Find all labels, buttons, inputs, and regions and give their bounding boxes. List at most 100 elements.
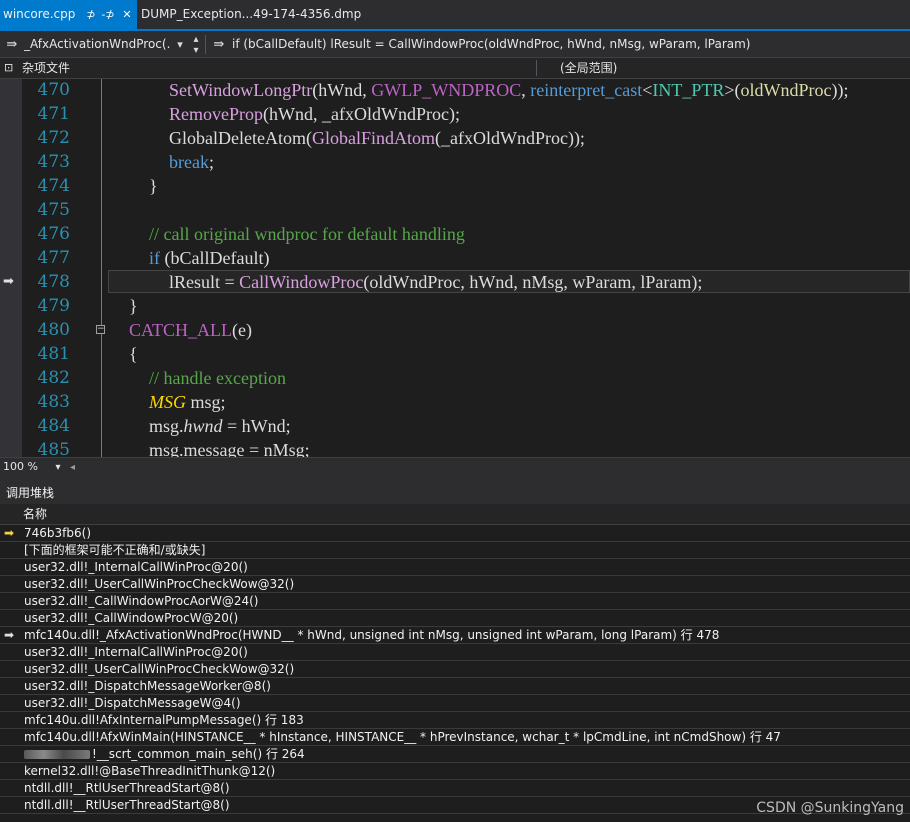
code-line[interactable]: 470 SetWindowLongPtr(hWnd, GWLP_WNDPROC, …: [0, 79, 910, 102]
function-dropdown-arrow-icon[interactable]: ▾: [174, 31, 186, 58]
code-line[interactable]: 477 if (bCallDefault): [0, 246, 910, 270]
project-dropdown[interactable]: 杂项文件: [22, 58, 70, 78]
call-stack-header: 名称: [0, 504, 910, 525]
navigation-bar: ⇛ _AfxActivationWndProc(. ▾ ▴ ▾ ⇛ if (bC…: [0, 31, 910, 58]
code-line[interactable]: 479}: [0, 294, 910, 318]
line-number: 479: [37, 296, 70, 316]
line-number: 471: [37, 104, 70, 124]
zoom-dropdown-arrow-icon[interactable]: ▾: [55, 462, 60, 473]
frame-text: user32.dll!_UserCallWinProcCheckWow@32(): [24, 577, 295, 591]
call-stack-list[interactable]: ➡ 746b3fb6() [下面的框架可能不正确和/或缺失] user32.dll!_…: [0, 525, 910, 822]
code-line[interactable]: 475: [0, 198, 910, 222]
frame-name: user32.dll!_CallWindowProcAorW@24(): [24, 593, 258, 609]
code-line[interactable]: ➡ 478 lResult = CallWindowProc(oldWndProc,…: [0, 270, 910, 294]
frame-name: ntdll.dll!__RtlUserThreadStart@8(): [24, 780, 230, 796]
call-stack-title: 调用堆栈: [0, 482, 910, 504]
pin-icon[interactable]: ⊅: [84, 0, 98, 29]
code-token: }: [149, 176, 158, 196]
call-stack-frame[interactable]: user32.dll!_UserCallWinProcCheckWow@32(): [0, 661, 910, 678]
call-stack-frame[interactable]: mfc140u.dll!AfxInternalPumpMessage() 行 1…: [0, 712, 910, 729]
code-text: GlobalDeleteAtom(GlobalFindAtom(_afxOldW…: [169, 126, 585, 150]
call-stack-frame[interactable]: user32.dll!_CallWindowProcW@20(): [0, 610, 910, 627]
code-line[interactable]: 476 // call original wndproc for default …: [0, 222, 910, 246]
frame-name: user32.dll!_CallWindowProcW@20(): [24, 610, 238, 626]
code-token: // handle exception: [149, 368, 286, 388]
redacted-module-mark: [24, 750, 90, 759]
close-tab-icon[interactable]: ✕: [120, 0, 134, 29]
call-stack-frame[interactable]: user32.dll!_InternalCallWinProc@20(): [0, 559, 910, 576]
code-token: break: [169, 152, 209, 172]
line-number: 485: [37, 440, 70, 457]
call-stack-frame[interactable]: mfc140u.dll!AfxWinMain(HINSTANCE__ * hIn…: [0, 729, 910, 746]
code-line[interactable]: 483 MSG msg;: [0, 390, 910, 414]
line-number: 484: [37, 416, 70, 436]
call-stack-frame[interactable]: [下面的框架可能不正确和/或缺失]: [0, 542, 910, 559]
frame-name: user32.dll!_UserCallWinProcCheckWow@32(): [24, 661, 294, 677]
code-line[interactable]: 471 RemoveProp(hWnd, _afxOldWndProc);: [0, 102, 910, 126]
tab-label: DUMP_Exception...49-174-4356.dmp: [141, 7, 362, 21]
code-token: <: [642, 80, 653, 100]
call-stack-frame[interactable]: user32.dll!_DispatchMessageW@4(): [0, 695, 910, 712]
line-number: 474: [37, 176, 70, 196]
scopebar-divider: [536, 60, 537, 76]
code-token: {: [129, 344, 138, 364]
call-stack-frame[interactable]: user32.dll!_UserCallWinProcCheckWow@32(): [0, 576, 910, 593]
code-token: ,: [521, 80, 531, 100]
pin-tab-icon[interactable]: -⊅: [99, 0, 117, 29]
frame-text: mfc140u.dll!AfxInternalPumpMessage() 行 1…: [24, 713, 304, 727]
collapse-toggle-icon[interactable]: −: [96, 325, 105, 334]
code-text: }: [149, 174, 158, 198]
call-stack-frame[interactable]: user32.dll!_DispatchMessageWorker@8(): [0, 678, 910, 695]
code-token: (bCallDefault): [160, 248, 270, 268]
frame-text: [下面的框架可能不正确和/或缺失]: [24, 543, 206, 557]
code-token: reinterpret_cast: [530, 80, 643, 100]
frame-name: [下面的框架可能不正确和/或缺失]: [24, 542, 205, 558]
navbar-divider: [205, 35, 206, 54]
code-token: if: [149, 248, 160, 268]
zoom-level-dropdown[interactable]: 100 % ▾ ◂: [3, 459, 75, 474]
code-line[interactable]: 473 break;: [0, 150, 910, 174]
frame-name: user32.dll!_DispatchMessageWorker@8(): [24, 678, 271, 694]
member-dropdown[interactable]: if (bCallDefault) lResult = CallWindowPr…: [232, 31, 902, 58]
frame-name: user32.dll!_UserCallWinProcCheckWow@32(): [24, 576, 294, 592]
context-frame-arrow-icon: ➡: [4, 628, 15, 642]
tab-label: wincore.cpp: [3, 7, 76, 21]
code-token: hwnd: [183, 416, 223, 436]
function-icon: ⇛: [6, 37, 18, 52]
code-line[interactable]: 480 − CATCH_ALL(e): [0, 318, 910, 342]
code-text: {: [129, 342, 138, 366]
code-line[interactable]: 485 msg.message = nMsg;: [0, 438, 910, 457]
column-header-name[interactable]: 名称: [23, 504, 47, 524]
tab-dump-exception[interactable]: DUMP_Exception...49-174-4356.dmp: [139, 0, 361, 29]
panel-splitter[interactable]: [0, 474, 910, 482]
code-line[interactable]: 472 GlobalDeleteAtom(GlobalFindAtom(_afxO…: [0, 126, 910, 150]
code-line[interactable]: 484 msg.hwnd = hWnd;: [0, 414, 910, 438]
code-token: CallWindowProc: [239, 272, 364, 292]
frame-text: user32.dll!_InternalCallWinProc@20(): [24, 560, 248, 574]
code-text: // handle exception: [149, 366, 286, 390]
scroll-left-icon[interactable]: ◂: [70, 462, 75, 473]
code-token: (_afxOldWndProc));: [434, 128, 585, 148]
code-line[interactable]: 474}: [0, 174, 910, 198]
code-token: GlobalDeleteAtom(: [169, 128, 312, 148]
call-stack-frame[interactable]: user32.dll!_InternalCallWinProc@20(): [0, 644, 910, 661]
frame-text: ntdll.dll!__RtlUserThreadStart@8(): [24, 798, 230, 812]
watermark-text: CSDN @SunkingYang: [756, 800, 904, 816]
code-line[interactable]: 481 {: [0, 342, 910, 366]
scope-dropdown[interactable]: (全局范围): [560, 58, 617, 78]
call-stack-frame[interactable]: kernel32.dll!@BaseThreadInitThunk@12(): [0, 763, 910, 780]
code-token: MSG: [149, 392, 186, 412]
call-stack-frame[interactable]: ➡ mfc140u.dll!_AfxActivationWndProc(HWND_…: [0, 627, 910, 644]
code-text: msg.hwnd = hWnd;: [149, 414, 291, 438]
code-editor[interactable]: 470 SetWindowLongPtr(hWnd, GWLP_WNDPROC, …: [0, 79, 910, 457]
code-token: }: [129, 296, 138, 316]
code-token: CATCH_ALL: [129, 320, 232, 340]
zoom-level: 100 %: [3, 460, 38, 473]
call-stack-frame[interactable]: !__scrt_common_main_seh() 行 264: [0, 746, 910, 763]
call-stack-frame[interactable]: user32.dll!_CallWindowProcAorW@24(): [0, 593, 910, 610]
call-stack-frame[interactable]: ➡ 746b3fb6(): [0, 525, 910, 542]
code-text: }: [129, 294, 138, 318]
function-dropdown[interactable]: _AfxActivationWndProc(.: [24, 31, 174, 58]
call-stack-frame[interactable]: ntdll.dll!__RtlUserThreadStart@8(): [0, 780, 910, 797]
code-line[interactable]: 482 // handle exception: [0, 366, 910, 390]
